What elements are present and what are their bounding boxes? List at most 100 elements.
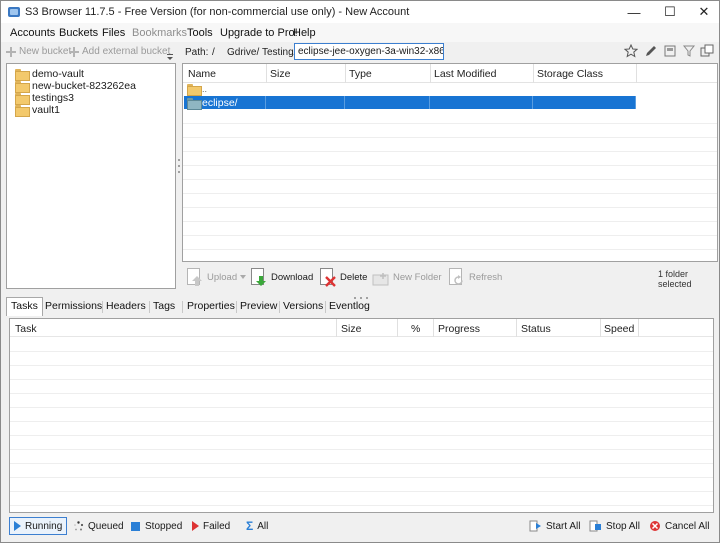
tab-headers[interactable]: Headers bbox=[102, 298, 150, 315]
filter-queued-button[interactable]: Queued bbox=[69, 517, 128, 535]
cancel-all-icon bbox=[650, 521, 660, 531]
column-size[interactable]: Size bbox=[270, 68, 290, 80]
tasks-table: Task Size % Progress Status Speed bbox=[9, 318, 714, 513]
queued-label: Queued bbox=[88, 520, 124, 532]
selection-status: 1 folder selected bbox=[658, 269, 692, 289]
failed-icon bbox=[192, 521, 199, 531]
column-task[interactable]: Task bbox=[15, 323, 37, 335]
toolbar-overflow-icon[interactable] bbox=[166, 53, 174, 61]
folder-icon bbox=[187, 98, 202, 110]
running-label: Running bbox=[25, 520, 63, 532]
refresh-button[interactable]: Refresh bbox=[448, 267, 502, 287]
folder-icon bbox=[15, 92, 30, 105]
download-label: Download bbox=[271, 271, 314, 283]
title-bar: S3 Browser 11.7.5 - Free Version (for no… bbox=[1, 1, 719, 23]
horizontal-splitter[interactable] bbox=[351, 291, 371, 299]
tab-properties[interactable]: Properties bbox=[183, 298, 239, 315]
sigma-icon: Σ bbox=[246, 519, 254, 533]
new-folder-button[interactable]: New Folder bbox=[372, 267, 442, 287]
tab-tasks[interactable]: Tasks bbox=[6, 297, 43, 316]
parent-folder-label: .. bbox=[202, 84, 208, 94]
column-last-modified[interactable]: Last Modified bbox=[434, 68, 496, 80]
tab-permissions[interactable]: Permissions bbox=[41, 298, 106, 315]
column-progress[interactable]: Progress bbox=[438, 323, 480, 335]
folder-up-icon bbox=[187, 84, 202, 96]
maximize-button[interactable]: ☐ bbox=[653, 1, 687, 23]
path-segment-gdrive[interactable]: Gdrive/ bbox=[227, 47, 259, 58]
menu-tools[interactable]: Tools bbox=[187, 27, 213, 39]
upload-icon bbox=[186, 267, 204, 287]
delete-button[interactable]: Delete bbox=[319, 267, 367, 287]
star-icon[interactable] bbox=[624, 44, 638, 58]
delete-label: Delete bbox=[340, 271, 368, 283]
window-title: S3 Browser 11.7.5 - Free Version (for no… bbox=[25, 6, 410, 18]
folder-icon bbox=[15, 80, 30, 93]
s3-browser-logo-icon bbox=[8, 7, 20, 17]
new-folder-label: New Folder bbox=[393, 271, 442, 283]
refresh-label: Refresh bbox=[469, 271, 503, 283]
menu-buckets[interactable]: Buckets bbox=[59, 27, 98, 39]
path-segment-root[interactable]: / bbox=[212, 47, 215, 58]
menu-help[interactable]: Help bbox=[293, 27, 316, 39]
play-icon bbox=[14, 521, 21, 531]
filter-stopped-button[interactable]: Stopped bbox=[126, 517, 186, 535]
folder-icon bbox=[15, 104, 30, 117]
tab-preview[interactable]: Preview bbox=[236, 298, 281, 315]
start-all-button[interactable]: Start All bbox=[525, 517, 584, 535]
chevron-down-icon bbox=[240, 275, 247, 279]
column-speed[interactable]: Speed bbox=[604, 323, 634, 335]
stopped-icon bbox=[131, 521, 140, 531]
tab-eventlog[interactable]: Eventlog bbox=[325, 298, 374, 315]
filter-icon[interactable] bbox=[682, 44, 696, 58]
menu-bookmarks[interactable]: Bookmarks bbox=[132, 27, 187, 39]
folder-icon bbox=[15, 68, 30, 81]
edit-pen-icon[interactable] bbox=[644, 44, 658, 58]
vertical-splitter[interactable] bbox=[177, 156, 181, 176]
upload-button[interactable]: Upload bbox=[186, 267, 247, 287]
file-list-header: Name Size Type Last Modified Storage Cla… bbox=[183, 64, 717, 83]
bucket-tree: demo-vault new-bucket-823262ea testings3… bbox=[6, 63, 176, 289]
upload-label: Upload bbox=[207, 271, 238, 283]
close-button[interactable]: ✕ bbox=[687, 1, 720, 23]
path-input[interactable]: eclipse-jee-oxygen-3a-win32-x86_64/ bbox=[294, 43, 444, 60]
column-size[interactable]: Size bbox=[341, 323, 361, 335]
cancel-all-label: Cancel All bbox=[665, 520, 710, 532]
bucket-item-vault1[interactable]: vault1 bbox=[15, 103, 61, 117]
start-all-icon bbox=[529, 520, 541, 532]
download-button[interactable]: Download bbox=[250, 267, 313, 287]
stopped-label: Stopped bbox=[145, 520, 183, 532]
path-label: Path: bbox=[185, 47, 209, 58]
column-name[interactable]: Name bbox=[188, 68, 216, 80]
multi-window-icon[interactable] bbox=[700, 44, 714, 58]
tab-tags[interactable]: Tags bbox=[149, 298, 179, 315]
filter-running-button[interactable]: Running bbox=[9, 517, 67, 535]
new-bucket-button[interactable]: New bucket bbox=[6, 46, 71, 57]
filter-failed-button[interactable]: Failed bbox=[188, 517, 234, 535]
filter-all-button[interactable]: Σ All bbox=[242, 517, 272, 535]
table-row[interactable]: eclipse/ bbox=[184, 96, 636, 110]
plus-icon bbox=[6, 46, 16, 57]
new-folder-icon bbox=[372, 267, 390, 287]
bucket-label: demo-vault bbox=[32, 67, 84, 80]
path-segment-testing[interactable]: Testing/ bbox=[262, 47, 296, 58]
stop-all-button[interactable]: Stop All bbox=[585, 517, 644, 535]
bucket-label: testings3 bbox=[32, 91, 75, 104]
column-percent[interactable]: % bbox=[411, 323, 420, 335]
file-name: eclipse/ bbox=[202, 97, 238, 109]
menu-files[interactable]: Files bbox=[102, 27, 125, 39]
new-bucket-label: New bucket bbox=[19, 46, 72, 57]
column-status[interactable]: Status bbox=[521, 323, 551, 335]
add-external-bucket-button[interactable]: Add external bucket bbox=[69, 46, 170, 57]
minimize-button[interactable]: — bbox=[617, 1, 651, 23]
bucket-label: vault1 bbox=[32, 103, 61, 116]
menu-upgrade[interactable]: Upgrade to Pro! bbox=[220, 27, 298, 39]
parent-folder-row[interactable]: .. bbox=[187, 84, 207, 96]
panel-view-icon[interactable] bbox=[663, 44, 677, 58]
menu-accounts[interactable]: Accounts bbox=[10, 27, 55, 39]
tab-versions[interactable]: Versions bbox=[279, 298, 327, 315]
cancel-all-button[interactable]: Cancel All bbox=[645, 517, 713, 535]
column-storage-class[interactable]: Storage Class bbox=[537, 68, 603, 80]
column-type[interactable]: Type bbox=[349, 68, 372, 80]
plus-icon bbox=[69, 46, 79, 57]
tasks-header: Task Size % Progress Status Speed bbox=[10, 319, 713, 337]
